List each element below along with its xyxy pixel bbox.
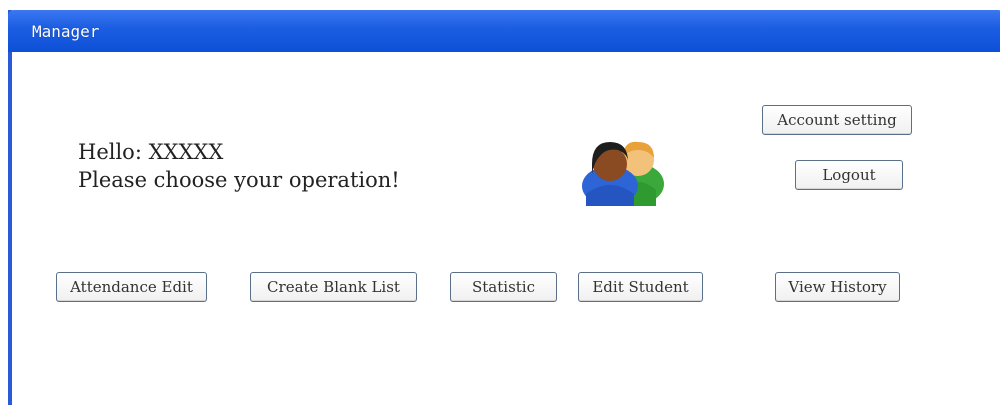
greeting-instruction: Please choose your operation! bbox=[78, 168, 400, 192]
manager-window: Manager Hello: XXXXX Please choose your … bbox=[8, 10, 1000, 405]
edit-student-button[interactable]: Edit Student bbox=[578, 272, 703, 302]
logout-button[interactable]: Logout bbox=[795, 160, 903, 190]
account-setting-button[interactable]: Account setting bbox=[762, 105, 912, 135]
greeting-text: Hello: XXXXX Please choose your operatio… bbox=[78, 138, 400, 194]
greeting-hello: Hello: XXXXX bbox=[78, 140, 224, 164]
attendance-edit-button[interactable]: Attendance Edit bbox=[56, 272, 207, 302]
title-bar[interactable]: Manager bbox=[8, 10, 1000, 52]
create-blank-list-button[interactable]: Create Blank List bbox=[250, 272, 417, 302]
users-icon bbox=[582, 141, 664, 206]
statistic-button[interactable]: Statistic bbox=[450, 272, 557, 302]
view-history-button[interactable]: View History bbox=[775, 272, 900, 302]
window-title: Manager bbox=[32, 22, 100, 41]
